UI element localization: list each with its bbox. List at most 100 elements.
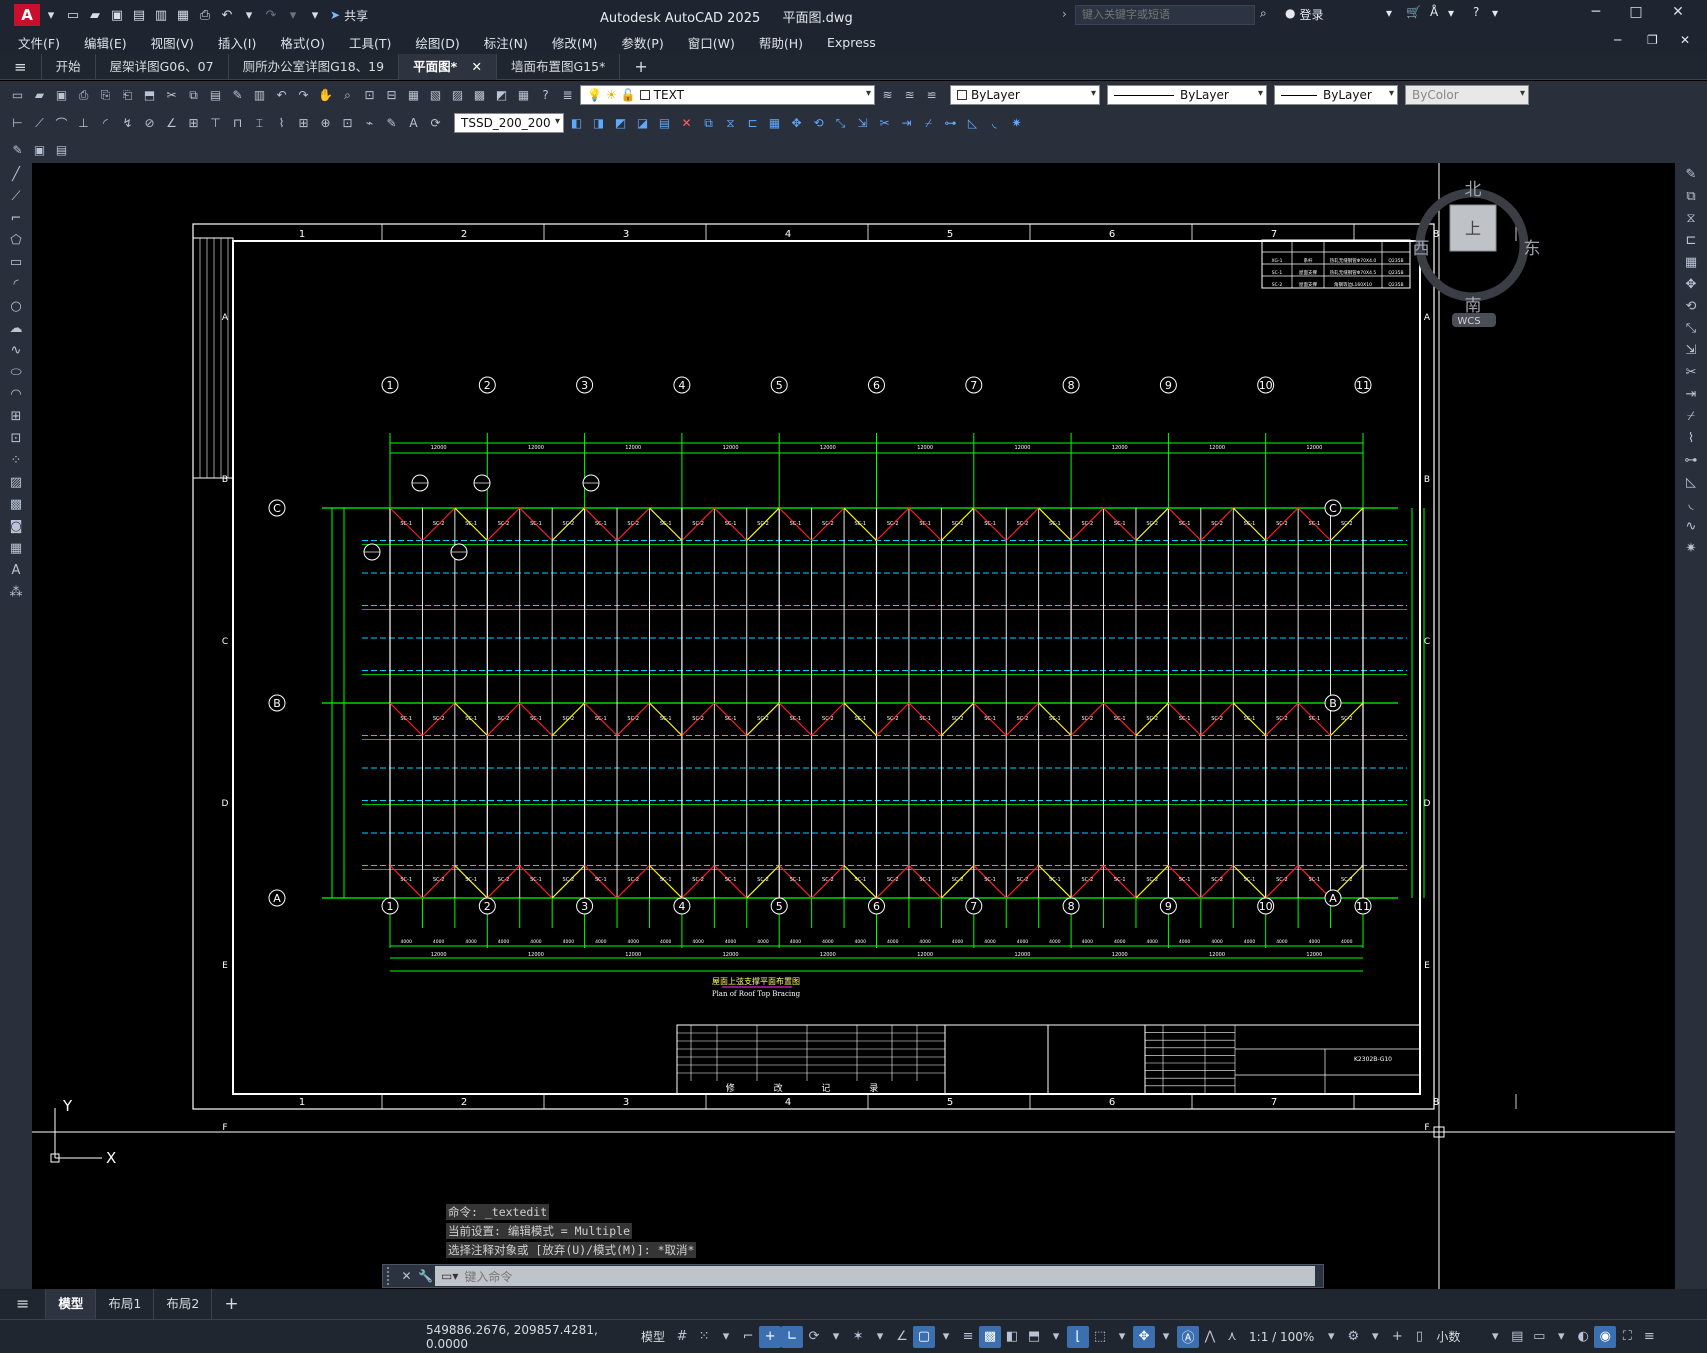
layer-dropdown[interactable]: 💡 ☀ 🔓 TEXT ▾ xyxy=(580,85,875,105)
close-tab-icon[interactable]: ✕ xyxy=(472,59,482,74)
share-button[interactable]: ➤ 共享 xyxy=(330,7,368,24)
zoom-window-icon[interactable]: ⊡ xyxy=(360,86,379,105)
angular-dim-icon[interactable]: ∠ xyxy=(162,114,181,133)
a360-dropdown-icon[interactable]: ▾ xyxy=(1448,6,1454,20)
gizmo-icon[interactable]: ✥ xyxy=(1133,1325,1156,1348)
help-icon[interactable]: ? xyxy=(536,86,555,105)
line-icon[interactable]: ╱ xyxy=(0,163,32,185)
continue-dim-icon[interactable]: ⊓ xyxy=(228,114,247,133)
menu-view[interactable]: 视图(V) xyxy=(139,33,206,52)
edit-block-icon[interactable]: ▤ xyxy=(52,141,71,160)
units-value[interactable]: 小数 xyxy=(1430,1328,1484,1345)
region-icon[interactable]: ◙ xyxy=(0,515,32,537)
aligned-dim-icon[interactable]: ⟋ xyxy=(30,114,49,133)
lock-ui-icon[interactable]: ▭ xyxy=(1528,1326,1550,1348)
break-at-point-icon[interactable]: ⌿ xyxy=(1675,405,1707,427)
tab-plan[interactable]: 平面图* ✕ xyxy=(399,53,497,80)
search-expand-icon[interactable]: › xyxy=(1062,7,1067,21)
break-icon[interactable]: ⌿ xyxy=(919,114,938,133)
edit-attribute-icon[interactable]: ▣ xyxy=(30,141,49,160)
osnap-dropdown-icon[interactable]: ▾ xyxy=(935,1326,957,1348)
zoom-realtime-icon[interactable]: ⌕ xyxy=(338,86,357,105)
open-folder-icon[interactable]: ▰ xyxy=(84,4,106,26)
lineweight-icon[interactable]: ≡ xyxy=(957,1326,979,1348)
autocad-logo[interactable]: A xyxy=(14,4,40,26)
make-current-layer-icon[interactable]: ≋ xyxy=(878,86,897,105)
linetype-dropdown[interactable]: ByLayer ▾ xyxy=(1107,85,1267,105)
insert-block-icon[interactable]: ⊞ xyxy=(0,405,32,427)
maximize-button[interactable]: □ xyxy=(1618,4,1654,26)
diameter-dim-icon[interactable]: ⊘ xyxy=(140,114,159,133)
model-space-button[interactable]: 模型 xyxy=(635,1328,671,1345)
annotation-visibility-icon[interactable]: Ⓐ xyxy=(1177,1325,1200,1348)
fillet-icon[interactable]: ◟ xyxy=(1675,493,1707,515)
infer-constraints-icon[interactable]: ⌐ xyxy=(737,1326,759,1348)
menu-file[interactable]: 文件(F) xyxy=(6,33,72,52)
array-icon[interactable]: ▦ xyxy=(765,114,784,133)
menu-parametric[interactable]: 参数(P) xyxy=(609,33,675,52)
stretch-icon[interactable]: ⇲ xyxy=(1675,339,1707,361)
polar-dropdown-icon[interactable]: ▾ xyxy=(825,1326,847,1348)
gizmo-dropdown-icon[interactable]: ▾ xyxy=(1155,1326,1177,1348)
paste-icon[interactable]: ▤ xyxy=(206,86,225,105)
viewcube[interactable]: 上 北 南 东 西 WCS xyxy=(1412,163,1552,336)
tab-roof-truss-detail[interactable]: 屋架详图G06、07 xyxy=(96,53,229,80)
table-icon[interactable]: ▦ xyxy=(0,537,32,559)
properties-icon[interactable]: ▦ xyxy=(404,86,423,105)
tab-wall-layout[interactable]: 墙面布置图G15* xyxy=(497,53,621,80)
inspect-icon[interactable]: ⊡ xyxy=(338,114,357,133)
spline-icon[interactable]: ∿ xyxy=(0,339,32,361)
join-icon[interactable]: ⊶ xyxy=(1675,449,1707,471)
customization-icon[interactable]: ≡ xyxy=(1638,1326,1660,1348)
help-icon[interactable]: ? xyxy=(1473,5,1479,19)
menu-dimension[interactable]: 标注(N) xyxy=(472,33,540,52)
compass-north[interactable]: 北 xyxy=(1465,180,1482,200)
dim-text-edit-icon[interactable]: A xyxy=(404,114,423,133)
3d-osnap-icon[interactable]: ⬒ xyxy=(1023,1326,1045,1348)
extend-icon[interactable]: ⇥ xyxy=(897,114,916,133)
radius-dim-icon[interactable]: ◜ xyxy=(96,114,115,133)
plot-icon[interactable]: ⎙ xyxy=(194,4,216,26)
mirror-icon[interactable]: ⧖ xyxy=(721,114,740,133)
quickcalc-icon[interactable]: ▦ xyxy=(514,86,533,105)
login-button[interactable]: ● 登录 xyxy=(1285,6,1324,23)
close-command-icon[interactable]: ✕ xyxy=(397,1267,416,1286)
plot-icon[interactable]: ⎙ xyxy=(74,86,93,105)
undo-icon[interactable]: ↶ xyxy=(272,86,291,105)
plotstyle-dropdown[interactable]: ByColor ▾ xyxy=(1405,85,1529,105)
menu-help[interactable]: 帮助(H) xyxy=(747,33,815,52)
dim-break-icon[interactable]: ⌇ xyxy=(272,114,291,133)
annotation-scale-icon[interactable]: ⋏ xyxy=(1221,1326,1243,1348)
arc-length-icon[interactable]: ⌒ xyxy=(52,114,71,133)
chamfer-icon[interactable]: ◺ xyxy=(1675,471,1707,493)
drawing-canvas[interactable]: 1122334455667788AABBCCDDEEFF 12000 12000 4… xyxy=(32,163,1675,1289)
selection-filter-icon[interactable]: ⬚ xyxy=(1089,1326,1111,1348)
workspace-dropdown-icon[interactable]: ▾ xyxy=(1364,1326,1386,1348)
offset-icon[interactable]: ⊏ xyxy=(1675,229,1707,251)
center-mark-icon[interactable]: ⊕ xyxy=(316,114,335,133)
web-mobile-open-icon[interactable]: ▥ xyxy=(150,4,172,26)
array-icon[interactable]: ▦ xyxy=(1675,251,1707,273)
lineweight-dropdown[interactable]: ByLayer ▾ xyxy=(1274,85,1398,105)
isodraft-icon[interactable]: ✶ xyxy=(847,1326,869,1348)
tolerance-icon[interactable]: ⊞ xyxy=(294,114,313,133)
polyline-icon[interactable]: ⌐ xyxy=(0,207,32,229)
isolate-objects-icon[interactable]: ◐ xyxy=(1572,1326,1594,1348)
tool-palettes-icon[interactable]: ▨ xyxy=(448,86,467,105)
move-icon[interactable]: ✥ xyxy=(787,114,806,133)
mirror-icon[interactable]: ⧖ xyxy=(1675,207,1707,229)
plot-preview-icon[interactable]: ⎘ xyxy=(96,86,115,105)
grid-icon[interactable]: # xyxy=(671,1326,693,1348)
rectangle-icon[interactable]: ▭ xyxy=(0,251,32,273)
dynamic-ucs-icon[interactable]: ⌊ xyxy=(1067,1325,1090,1348)
help-search-input[interactable] xyxy=(1075,5,1255,25)
object-snap-icon[interactable]: ▢ xyxy=(913,1325,936,1348)
block-editor-icon[interactable]: ▥ xyxy=(250,86,269,105)
move-icon[interactable]: ✥ xyxy=(1675,273,1707,295)
workspace-gear-icon[interactable]: ⚙ xyxy=(1342,1326,1364,1348)
compass-west[interactable]: 西 xyxy=(1413,239,1430,259)
tab-layout2[interactable]: 布局2 xyxy=(154,1289,213,1319)
autoscale-icon[interactable]: ⋀ xyxy=(1199,1326,1221,1348)
explode-icon[interactable]: ✷ xyxy=(1675,537,1707,559)
send-under-icon[interactable]: ◪ xyxy=(633,114,652,133)
